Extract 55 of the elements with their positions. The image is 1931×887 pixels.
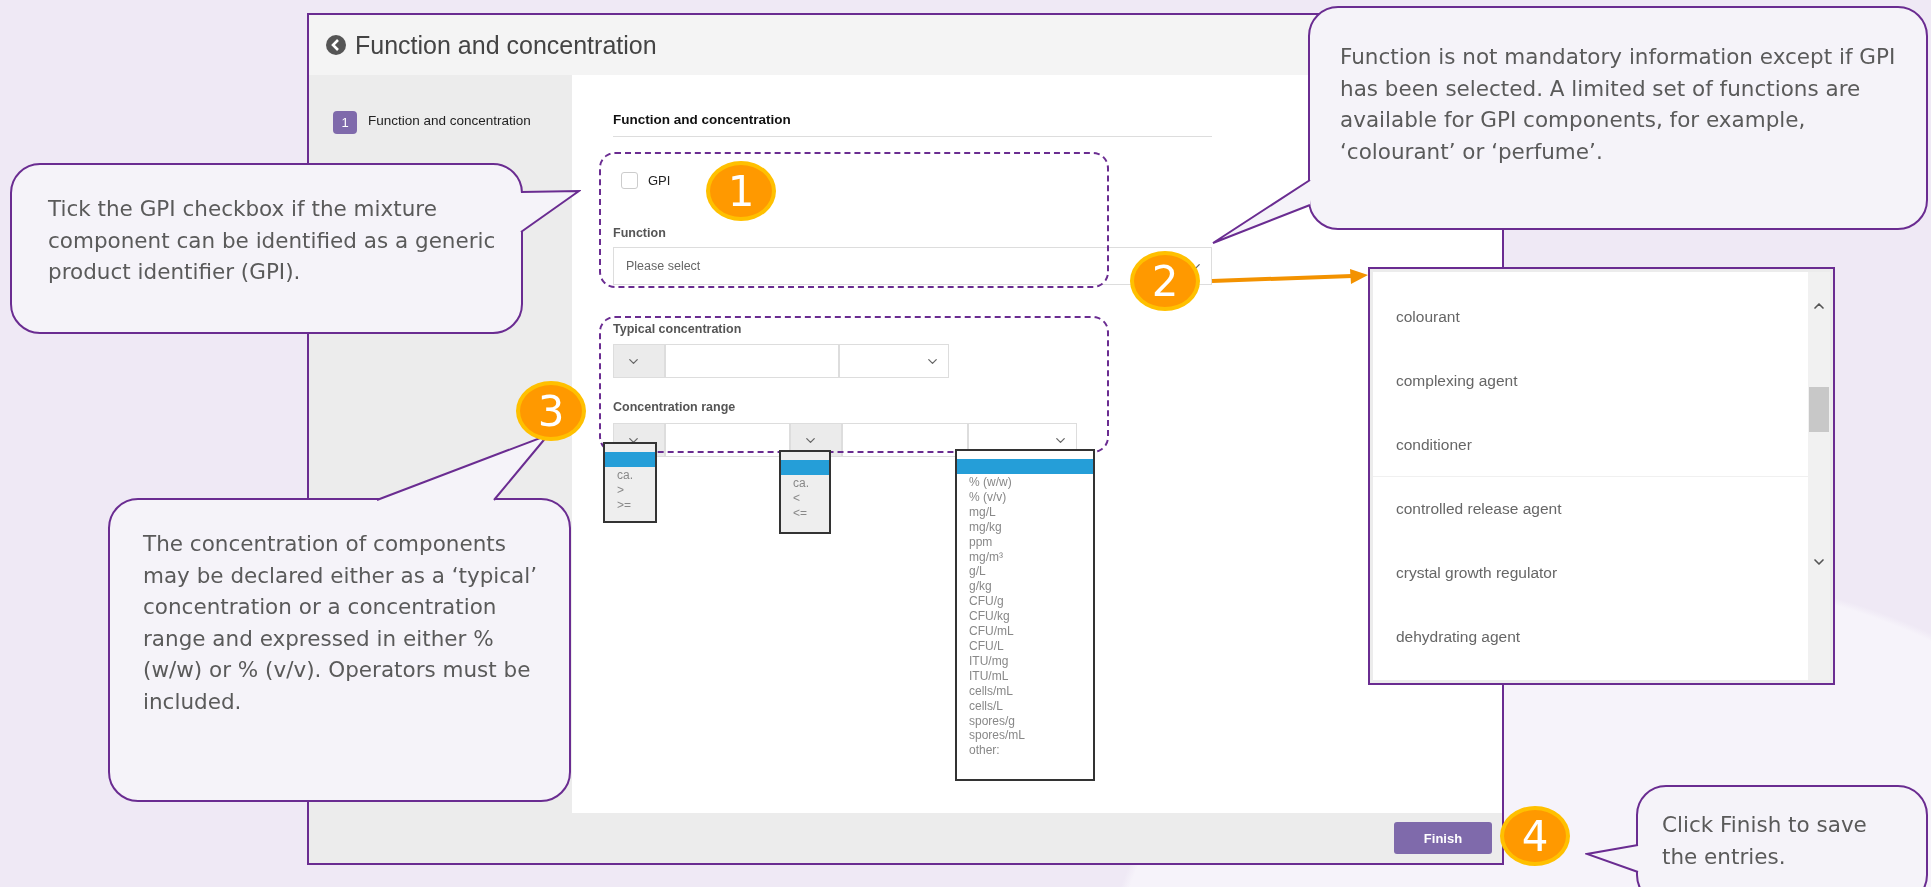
input-field[interactable] — [665, 423, 790, 457]
step-number[interactable]: 1 — [333, 111, 357, 134]
dropdown-option[interactable]: < — [781, 490, 829, 506]
dropdown-field[interactable] — [839, 344, 949, 378]
dropdown-option[interactable]: CFU/L — [957, 638, 1093, 654]
callout: Function is not mandatory information except if GPI has been selected. A limited set of functions are available for GPI components, for example, ‘colourant’ or ‘perfume’. — [1308, 6, 1928, 230]
dropdown-option[interactable]: g/L — [957, 564, 1093, 580]
callout: Click Finish to save the entries. — [1636, 785, 1928, 887]
dropdown-option[interactable]: CFU/kg — [957, 609, 1093, 625]
callout: Tick the GPI checkbox if the mixture component can be identified as a generic product identifier (GPI). — [10, 163, 523, 334]
dropdown-option[interactable]: >= — [605, 497, 655, 513]
highlight-bar — [605, 452, 655, 467]
dropdown-option[interactable]: spores/mL — [957, 728, 1093, 744]
dropdown-option[interactable]: ITU/mL — [957, 668, 1093, 684]
dropdown-option[interactable]: % (v/v) — [957, 489, 1093, 505]
dropdown-option[interactable]: dehydrating agent — [1373, 605, 1808, 669]
dropdown-option[interactable]: ca. — [781, 476, 829, 491]
highlight-bar — [781, 460, 829, 475]
finish-button[interactable]: Finish — [1394, 822, 1492, 854]
dropdown-field[interactable] — [613, 344, 665, 378]
callout-tail — [1585, 843, 1640, 874]
back-icon[interactable] — [325, 34, 347, 56]
field-label: Function — [613, 226, 667, 240]
dropdown-option[interactable]: CFU/g — [957, 594, 1093, 610]
scrollbar-thumb[interactable] — [1809, 387, 1829, 432]
step-badge: 4 — [1500, 806, 1570, 866]
dropdown-option[interactable]: other: — [957, 743, 1093, 759]
dropdown-option[interactable]: cells/L — [957, 698, 1093, 714]
checkbox-label: GPI — [648, 173, 671, 188]
dropdown-option[interactable]: > — [605, 482, 655, 498]
field-label: Concentration range — [613, 400, 737, 414]
dropdown-option[interactable]: g/kg — [957, 579, 1093, 595]
callout-tail — [519, 189, 581, 234]
dropdown-option[interactable]: mg/kg — [957, 519, 1093, 535]
input-field[interactable] — [842, 423, 968, 457]
field-label: Typical concentration — [613, 322, 743, 336]
dropdown-option[interactable]: mg/m³ — [957, 549, 1093, 565]
dropdown-option[interactable]: controlled release agent — [1373, 477, 1808, 541]
dropdown-option[interactable]: ppm — [957, 534, 1093, 550]
dropdown-option[interactable]: <= — [781, 505, 829, 521]
step-label[interactable]: Function and concentration — [368, 111, 531, 128]
window-title: Function and concentration — [355, 30, 657, 60]
checkbox[interactable] — [621, 172, 638, 189]
dropdown-option[interactable]: complexing agent — [1373, 349, 1808, 413]
dropdown-option[interactable]: crystal growth regulator — [1373, 541, 1808, 605]
dropdown-option[interactable]: spores/g — [957, 713, 1093, 729]
dropdown-option[interactable]: ITU/mg — [957, 653, 1093, 669]
section-heading: Function and concentration — [613, 112, 1212, 137]
dropdown-option[interactable]: cells/mL — [957, 683, 1093, 699]
dropdown-option[interactable]: ca. — [605, 468, 655, 483]
dropdown-option[interactable]: % (w/w) — [957, 475, 1093, 490]
input-field[interactable] — [665, 344, 839, 378]
dropdown-option[interactable]: CFU/mL — [957, 624, 1093, 639]
dropdown-option[interactable]: mg/L — [957, 504, 1093, 520]
dropdown-option[interactable]: colourant — [1373, 285, 1808, 349]
